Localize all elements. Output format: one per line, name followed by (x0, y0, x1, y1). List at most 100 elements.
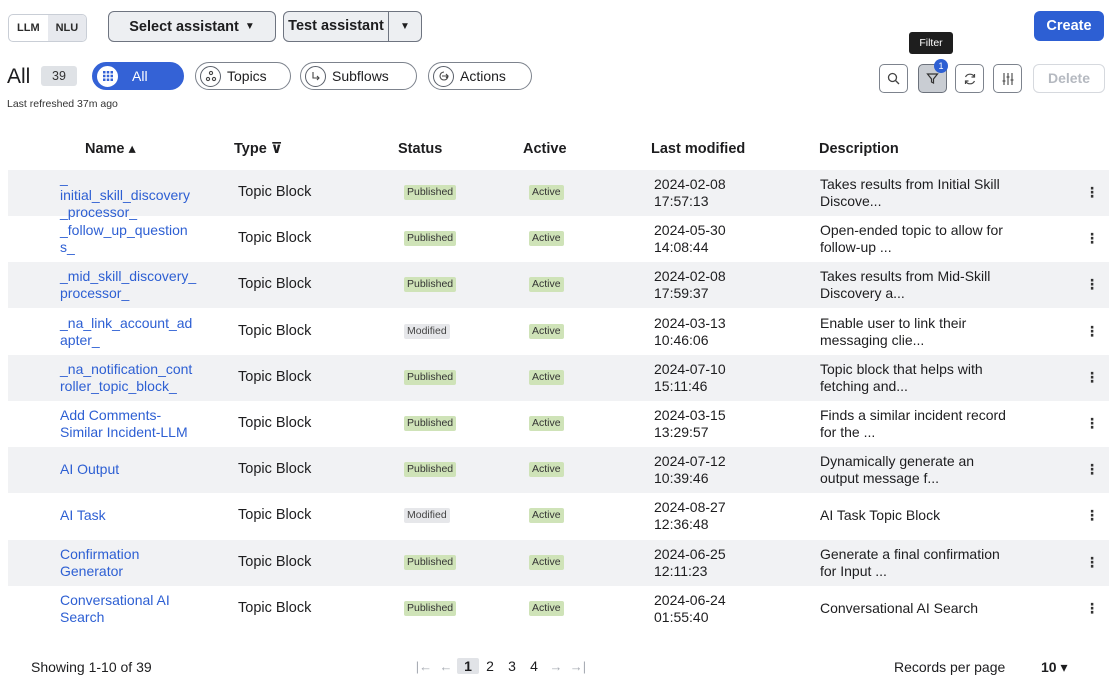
row-type: Topic Block (238, 599, 312, 616)
table-row[interactable]: _na_link_account_ad apter_ Topic Block Modi… (8, 309, 1109, 355)
row-description: Generate a final confirmation for Input .… (820, 545, 1000, 579)
kebab-menu-icon[interactable]: ⋮ (1085, 184, 1099, 201)
search-button[interactable] (879, 64, 908, 93)
test-assistant-button[interactable]: Test assistant (284, 12, 389, 41)
page-title: All (7, 65, 31, 88)
filter-pill-topics[interactable]: Topics (195, 62, 291, 90)
create-button[interactable]: Create (1034, 11, 1104, 41)
row-last-modified: 2024-07-12 10:39:46 (654, 453, 726, 487)
column-header-description[interactable]: Description (819, 141, 899, 157)
table-row[interactable]: _na_notification_cont roller_topic_block_… (8, 354, 1109, 401)
row-name-link[interactable]: AI Output (60, 461, 215, 478)
page-4[interactable]: 4 (523, 658, 545, 674)
row-name-link[interactable]: _ initial_skill_discovery _processor_ (60, 170, 215, 221)
row-name-link[interactable]: _mid_skill_discovery_ processor_ (60, 268, 215, 302)
row-type: Topic Block (238, 184, 312, 200)
filter-pill-actions[interactable]: Actions (428, 62, 532, 90)
column-header-active[interactable]: Active (523, 141, 567, 157)
kebab-menu-icon[interactable]: ⋮ (1085, 230, 1099, 247)
row-name-link[interactable]: _follow_up_question s_ (60, 222, 215, 256)
row-name-link[interactable]: Confirmation Generator (60, 546, 215, 580)
row-active-badge: Active (529, 277, 564, 293)
chevron-down-icon[interactable]: ▼ (389, 21, 421, 32)
row-active-badge: Active (529, 416, 564, 431)
row-last-modified: 2024-02-08 17:57:13 (654, 176, 726, 209)
table-row[interactable]: AI Output Topic Block Published Active 2024-… (8, 447, 1109, 494)
row-name-link[interactable]: _na_link_account_ad apter_ (60, 315, 215, 349)
kebab-menu-icon[interactable]: ⋮ (1085, 276, 1099, 293)
row-name-link[interactable]: AI Task (60, 507, 215, 524)
kebab-menu-icon[interactable]: ⋮ (1085, 461, 1099, 478)
test-assistant-split-button[interactable]: Test assistant ▼ (283, 11, 422, 42)
last-page-icon[interactable]: →| (567, 659, 589, 674)
row-description: Takes results from Initial Skill Discove.… (820, 176, 1000, 209)
row-last-modified: 2024-07-10 15:11:46 (654, 360, 726, 394)
page-3[interactable]: 3 (501, 658, 523, 674)
row-status-badge: Published (404, 231, 457, 247)
row-status-badge: Published (404, 600, 457, 616)
row-last-modified: 2024-05-30 14:08:44 (654, 222, 726, 256)
page-2[interactable]: 2 (479, 658, 501, 674)
row-last-modified: 2024-06-24 01:55:40 (654, 591, 726, 625)
row-description: Finds a similar incident record for the .… (820, 407, 1006, 440)
grid-icon (97, 65, 118, 87)
row-description: Dynamically generate an output message f.… (820, 453, 975, 487)
row-status-badge: Modified (404, 508, 450, 524)
filter-pill-label: All (132, 68, 148, 84)
page-1[interactable]: 1 (457, 658, 479, 674)
row-status-badge: Published (404, 416, 457, 431)
kebab-menu-icon[interactable]: ⋮ (1085, 507, 1099, 524)
column-settings-button[interactable] (993, 64, 1022, 93)
row-active-badge: Active (529, 600, 564, 616)
row-name-link[interactable]: Conversational AI Search (60, 592, 215, 626)
kebab-menu-icon[interactable]: ⋮ (1085, 554, 1099, 571)
row-name-link[interactable]: _na_notification_cont roller_topic_block_ (60, 361, 215, 395)
mode-llm[interactable]: LLM (9, 15, 48, 41)
row-type: Topic Block (238, 461, 312, 478)
first-page-icon[interactable]: |← (413, 659, 435, 674)
row-active-badge: Active (529, 508, 564, 524)
delete-button[interactable]: Delete (1033, 64, 1105, 93)
row-last-modified: 2024-03-13 10:46:06 (654, 314, 726, 348)
row-type: Topic Block (238, 368, 312, 385)
table-row[interactable]: Add Comments- Similar Incident-LLM Topic B… (8, 401, 1109, 447)
row-type: Topic Block (238, 415, 312, 431)
row-name-link[interactable]: Add Comments- Similar Incident-LLM (60, 407, 215, 441)
table-row[interactable]: AI Task Topic Block Modified Active 2024-08-… (8, 493, 1109, 539)
row-status-badge: Published (404, 554, 457, 570)
records-per-page-select[interactable]: 10 ▾ (1041, 659, 1068, 676)
row-type: Topic Block (238, 230, 312, 247)
table-row[interactable]: _ initial_skill_discovery _processor_ Topic… (8, 170, 1109, 220)
row-description: Open-ended topic to allow for follow-up .… (820, 222, 1003, 256)
pagination: |← ← 1 2 3 4 → →| (413, 658, 589, 674)
filter-pill-all[interactable]: All (92, 62, 184, 90)
column-header-last-modified[interactable]: Last modified (651, 141, 745, 157)
row-last-modified: 2024-06-25 12:11:23 (654, 545, 726, 579)
kebab-menu-icon[interactable]: ⋮ (1085, 600, 1099, 617)
row-description: Enable user to link their messaging clie.… (820, 314, 967, 348)
filter-pill-subflows[interactable]: Subflows (300, 62, 417, 90)
refresh-button[interactable] (955, 64, 984, 93)
sliders-icon (1002, 72, 1013, 85)
prev-page-icon[interactable]: ← (435, 659, 457, 674)
kebab-menu-icon[interactable]: ⋮ (1085, 323, 1099, 340)
showing-count: Showing 1-10 of 39 (31, 659, 152, 675)
next-page-icon[interactable]: → (545, 659, 567, 674)
column-header-status[interactable]: Status (398, 141, 442, 157)
kebab-menu-icon[interactable]: ⋮ (1085, 415, 1099, 432)
table-row[interactable]: _follow_up_question s_ Topic Block Publishe… (8, 216, 1109, 262)
records-per-page-label: Records per page (894, 659, 1006, 675)
kebab-menu-icon[interactable]: ⋮ (1085, 369, 1099, 386)
mode-toggle[interactable]: LLM NLU (8, 14, 88, 42)
row-active-badge: Active (529, 231, 564, 247)
column-header-type[interactable]: Type ⊽ (234, 141, 283, 157)
table-row[interactable]: _mid_skill_discovery_ processor_ Topic Blo… (8, 262, 1109, 309)
select-assistant-button[interactable]: Select assistant ▼ (108, 11, 276, 42)
row-active-badge: Active (529, 185, 564, 200)
column-header-name[interactable]: Name ▴ (85, 141, 136, 157)
filter-icon (926, 73, 939, 84)
search-icon (887, 72, 900, 85)
table-row[interactable]: Conversational AI Search Topic Block Publis… (8, 586, 1109, 632)
table-row[interactable]: Confirmation Generator Topic Block Publishe… (8, 539, 1109, 586)
mode-nlu[interactable]: NLU (47, 15, 87, 41)
